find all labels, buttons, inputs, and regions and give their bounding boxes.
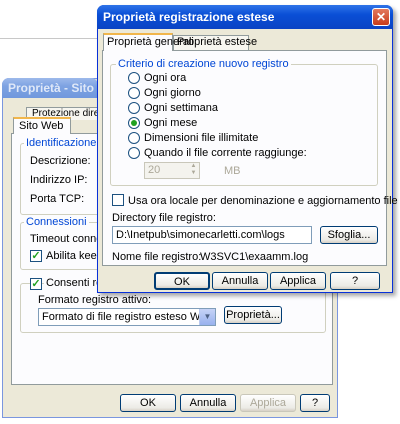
- directory-label: Directory file registro:: [112, 212, 216, 224]
- radio-ogni-giorno[interactable]: [128, 87, 140, 99]
- radio-label-ogni-settimana: Ogni settimana: [144, 102, 218, 114]
- ok-button[interactable]: OK: [154, 272, 210, 290]
- connections-group: [20, 222, 100, 270]
- log-format-select[interactable]: Formato di file registro esteso W3C: [38, 308, 216, 326]
- browse-button[interactable]: Sfoglia...: [320, 226, 378, 244]
- radio-ogni-settimana[interactable]: [128, 102, 140, 114]
- background-window-title: Proprietà - Sito We: [8, 81, 98, 95]
- radio-quando-raggiunge[interactable]: [128, 147, 140, 159]
- radio-label-ogni-ora: Ogni ora: [144, 72, 187, 84]
- local-time-checkbox[interactable]: [112, 194, 124, 206]
- radio-ogni-mese[interactable]: [128, 117, 140, 129]
- background-ok-button[interactable]: OK: [120, 394, 176, 412]
- indirizzo-ip-label: Indirizzo IP:: [30, 174, 88, 186]
- porta-tcp-label: Porta TCP:: [30, 193, 85, 205]
- criteria-legend: Criterio di creazione nuovo registro: [116, 58, 291, 70]
- log-properties-button[interactable]: Proprietà...: [224, 306, 282, 324]
- background-cancel-button[interactable]: Annulla: [180, 394, 236, 412]
- background-apply-button[interactable]: Applica: [240, 394, 296, 412]
- radio-label-ogni-mese: Ogni mese: [144, 117, 198, 129]
- background-window-titlebar[interactable]: Proprietà - Sito We: [2, 78, 98, 98]
- log-filename-label: Nome file registro:: [112, 251, 202, 263]
- local-time-label: Usa ora locale per denominazione e aggio…: [128, 195, 398, 207]
- keep-alive-label: Abilita keep-ali: [46, 250, 100, 262]
- enable-logging-label: Consenti registr: [44, 277, 100, 289]
- directory-input[interactable]: D:\Inetpub\simonecarletti.com\logs: [112, 226, 312, 244]
- timeout-label: Timeout connessio: [30, 233, 100, 245]
- dialog-titlebar[interactable]: Proprietà registrazione estese: [97, 5, 393, 29]
- help-button[interactable]: ?: [330, 272, 380, 290]
- tab-sito-web[interactable]: Sito Web: [13, 117, 71, 134]
- background-help-button[interactable]: ?: [300, 394, 330, 412]
- dialog-title: Proprietà registrazione estese: [103, 10, 275, 24]
- enable-logging-checkbox[interactable]: ✓: [30, 278, 42, 290]
- close-icon[interactable]: ✕: [372, 8, 390, 26]
- chevron-down-icon[interactable]: ▼: [199, 309, 215, 325]
- identification-legend: Identificazione sito W: [24, 137, 100, 149]
- size-unit-label: MB: [224, 165, 241, 177]
- radio-ogni-ora[interactable]: [128, 72, 140, 84]
- tab-proprieta-generali[interactable]: Proprietà generali: [103, 33, 194, 51]
- log-filename-value: W3SVC1\exaamm.log: [200, 251, 309, 263]
- connections-legend: Connessioni: [24, 216, 89, 228]
- spinner-arrows-icon[interactable]: ▲ ▼: [188, 163, 199, 178]
- background-divider: [0, 38, 100, 39]
- radio-dimensioni-illimitate[interactable]: [128, 132, 140, 144]
- apply-button[interactable]: Applica: [270, 272, 326, 290]
- keep-alive-checkbox[interactable]: ✓: [30, 250, 42, 262]
- radio-label-quando-raggiunge: Quando il file corrente raggiunge:: [144, 147, 307, 159]
- log-format-label: Formato registro attivo:: [38, 294, 152, 306]
- cancel-button[interactable]: Annulla: [212, 272, 268, 290]
- radio-label-ogni-giorno: Ogni giorno: [144, 87, 201, 99]
- descrizione-label: Descrizione:: [30, 155, 91, 167]
- radio-label-dimensioni-illimitate: Dimensioni file illimitate: [144, 132, 259, 144]
